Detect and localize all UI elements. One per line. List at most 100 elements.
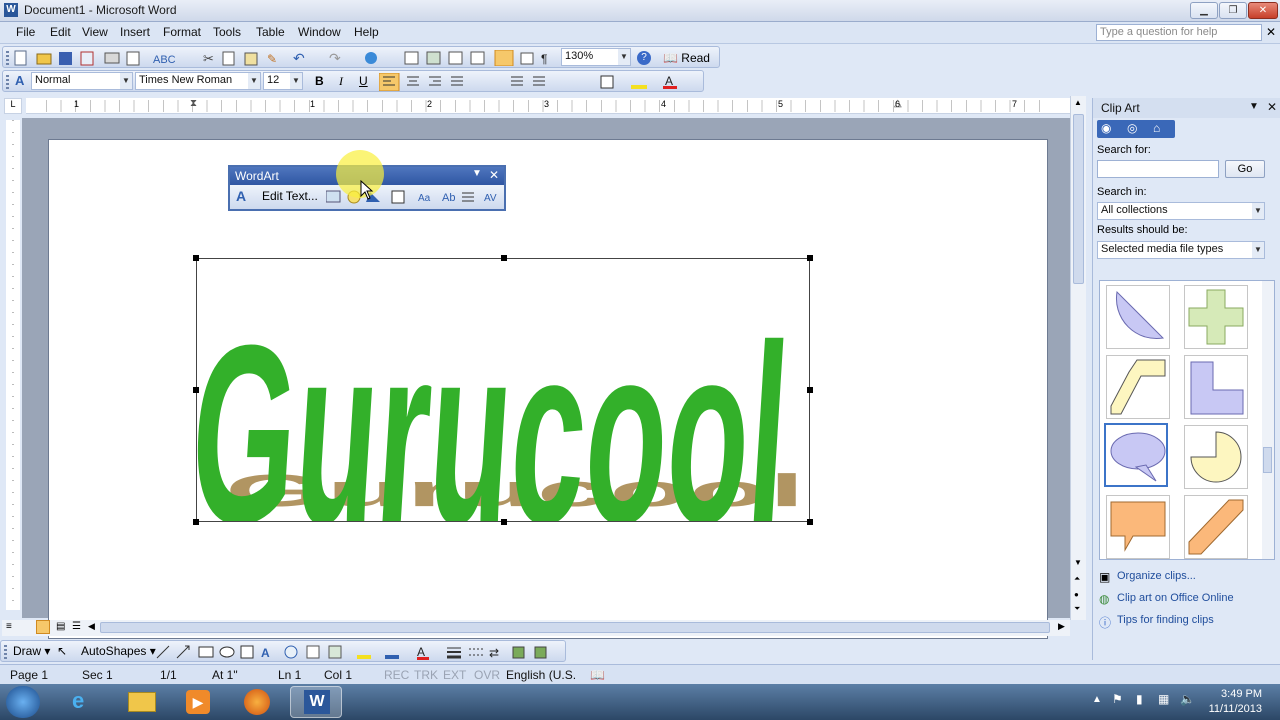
clip-plus[interactable] — [1184, 285, 1248, 349]
organize-clips-link[interactable]: Organize clips... — [1117, 570, 1196, 582]
status-ext[interactable]: EXT — [443, 668, 466, 682]
close-button[interactable]: ✕ — [1248, 2, 1278, 19]
wordart-object[interactable]: Gurucool Gurucool — [193, 255, 813, 525]
reading-view-icon[interactable]: ▤ — [56, 621, 65, 632]
resize-handle[interactable] — [193, 255, 199, 261]
search-in-select[interactable]: All collections ▼ — [1097, 202, 1265, 220]
vertical-ruler[interactable] — [6, 120, 20, 610]
results-scrollbar[interactable] — [1262, 281, 1274, 559]
taskbar-explorer[interactable] — [116, 686, 168, 718]
menu-insert[interactable]: Insert — [120, 25, 150, 39]
toolbar-options-icon[interactable]: ▼ — [472, 168, 482, 179]
outline-view-icon[interactable]: ☰ — [72, 621, 81, 632]
status-rec[interactable]: REC — [384, 668, 409, 682]
forward-icon[interactable]: ◎ — [1127, 121, 1137, 135]
menu-window[interactable]: Window — [298, 25, 341, 39]
clip-diagonal-band[interactable] — [1184, 495, 1248, 559]
scroll-up-icon[interactable]: ▲ — [1074, 98, 1082, 107]
resize-handle[interactable] — [193, 519, 199, 525]
resize-handle[interactable] — [193, 387, 199, 393]
task-pane-menu-icon[interactable]: ▼ — [1249, 101, 1259, 112]
resize-handle[interactable] — [501, 519, 507, 525]
scroll-thumb[interactable] — [1073, 114, 1084, 284]
toolbar-grip[interactable] — [6, 75, 9, 89]
browse-object-icon[interactable]: ● — [1074, 590, 1079, 599]
clip-art-online-link[interactable]: Clip art on Office Online — [1117, 592, 1234, 604]
toolbar-grip[interactable] — [4, 645, 7, 659]
search-input[interactable] — [1097, 160, 1219, 178]
draw-menu-button[interactable]: Draw ▾ — [13, 644, 50, 658]
status-ovr[interactable]: OVR — [474, 668, 500, 682]
close-doc-icon[interactable]: ✕ — [1266, 25, 1276, 39]
clip-pie[interactable] — [1184, 425, 1248, 489]
insert-wordart-icon[interactable]: A — [236, 188, 246, 204]
spelling-status-icon[interactable]: 📖 — [590, 668, 605, 682]
autoshapes-menu-button[interactable]: AutoShapes ▾ — [81, 644, 156, 658]
menu-tools[interactable]: Tools — [213, 25, 241, 39]
tab-selector[interactable]: L — [4, 98, 22, 114]
zoom-select[interactable]: 130% ▼ — [561, 48, 631, 66]
back-icon[interactable]: ◉ — [1101, 121, 1111, 135]
style-select[interactable]: Normal ▼ — [31, 72, 133, 90]
status-trk[interactable]: TRK — [414, 668, 438, 682]
previous-page-icon[interactable]: ⏶ — [1074, 574, 1080, 584]
tips-link[interactable]: Tips for finding clips — [1117, 614, 1214, 626]
taskbar-media-player[interactable]: ▶ — [172, 686, 224, 718]
print-layout-view-icon[interactable] — [36, 620, 50, 634]
font-select[interactable]: Times New Roman ▼ — [135, 72, 261, 90]
status-language[interactable]: English (U.S. — [506, 668, 576, 682]
resize-handle[interactable] — [501, 255, 507, 261]
minimize-button[interactable]: ▁ — [1190, 2, 1218, 19]
menu-file[interactable]: File — [16, 25, 35, 39]
network-icon[interactable]: ▦ — [1158, 692, 1169, 706]
italic-button[interactable]: I — [339, 74, 343, 89]
styles-icon[interactable]: A — [15, 73, 24, 88]
ask-question-input[interactable]: Type a question for help — [1096, 24, 1262, 41]
menu-table[interactable]: Table — [256, 25, 285, 39]
media-types-select[interactable]: Selected media file types ▼ — [1097, 241, 1265, 259]
task-pane-close-icon[interactable]: ✕ — [1267, 100, 1277, 114]
help-icon[interactable]: ? — [637, 51, 651, 65]
bold-button[interactable]: B — [315, 74, 324, 88]
hscroll-thumb[interactable] — [100, 622, 1050, 633]
battery-icon[interactable]: ▮ — [1136, 692, 1143, 706]
resize-handle[interactable] — [807, 519, 813, 525]
next-page-icon[interactable]: ⏷ — [1074, 604, 1080, 614]
start-button[interactable] — [6, 686, 40, 718]
resize-handle[interactable] — [807, 255, 813, 261]
clip-step[interactable] — [1106, 355, 1170, 419]
action-center-icon[interactable]: ⚑ — [1112, 692, 1123, 706]
font-size-select[interactable]: 12 ▼ — [263, 72, 303, 90]
clock[interactable]: 3:49 PM 11/11/2013 — [1209, 687, 1262, 717]
taskbar-ie[interactable]: e — [58, 686, 110, 718]
clip-l-shape[interactable] — [1184, 355, 1248, 419]
select-objects-icon[interactable]: ↖ — [57, 644, 67, 658]
resize-handle[interactable] — [807, 387, 813, 393]
go-button[interactable]: Go — [1225, 160, 1265, 178]
restore-button[interactable]: ❐ — [1219, 2, 1247, 19]
toolbar-close-icon[interactable]: ✕ — [489, 168, 499, 182]
menu-format[interactable]: Format — [163, 25, 201, 39]
menu-view[interactable]: View — [82, 25, 108, 39]
taskbar-firefox[interactable] — [232, 686, 284, 718]
menu-edit[interactable]: Edit — [50, 25, 71, 39]
right-indent-marker[interactable]: △ — [894, 98, 902, 109]
clip-half-circle[interactable] — [1106, 285, 1170, 349]
underline-button[interactable]: U — [359, 74, 368, 88]
indent-marker[interactable]: ⧗ — [190, 98, 197, 109]
scroll-left-icon[interactable]: ◀ — [88, 621, 95, 632]
edit-text-button[interactable]: Edit Text... — [262, 189, 318, 203]
toolbar-grip[interactable] — [6, 51, 9, 65]
clip-speech-bubble[interactable] — [1104, 423, 1168, 487]
volume-icon[interactable]: 🔈 — [1180, 692, 1195, 706]
horizontal-scrollbar[interactable]: ▶ — [96, 620, 1070, 636]
scroll-down-icon[interactable]: ▼ — [1074, 558, 1082, 567]
scroll-right-icon[interactable]: ▶ — [1058, 621, 1065, 632]
word-app-icon[interactable]: W — [4, 3, 18, 17]
vertical-scrollbar[interactable]: ▲ ▼ ⏶ ● ⏷ — [1070, 96, 1086, 620]
normal-view-icon[interactable]: ≡ — [6, 621, 12, 632]
clip-callout[interactable] — [1106, 495, 1170, 559]
results-scroll-thumb[interactable] — [1263, 447, 1272, 473]
menu-help[interactable]: Help — [354, 25, 379, 39]
taskbar-word[interactable]: W — [290, 686, 342, 718]
